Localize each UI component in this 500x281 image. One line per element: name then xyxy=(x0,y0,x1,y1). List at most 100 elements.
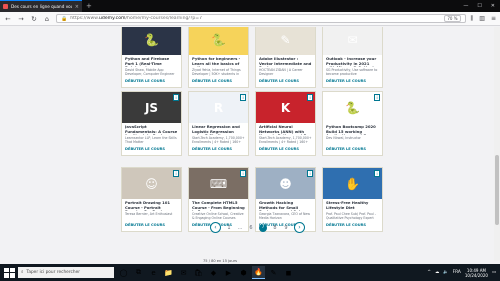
library-icon[interactable]: ⫼ xyxy=(471,15,474,23)
course-card[interactable]: ✎ Adobe Illustrator : Vector Intermediate… xyxy=(255,27,316,88)
network-icon[interactable]: ☁ xyxy=(435,270,439,275)
page-link[interactable]: 9 xyxy=(283,225,289,231)
course-thumbnail[interactable]: Ki xyxy=(256,92,315,123)
course-title[interactable]: Python for beginners - Learn all the bas… xyxy=(192,57,245,67)
page-link[interactable]: 8 xyxy=(272,225,278,231)
course-info-badge[interactable]: i xyxy=(173,94,179,101)
course-title[interactable]: The Complete HTML5 Course - From Beginni… xyxy=(192,201,245,211)
course-card[interactable]: 🐍 Python and Firebase Part 1 (Real-Time D… xyxy=(121,27,182,88)
course-info-badge[interactable]: i xyxy=(173,170,179,177)
course-title[interactable]: Adobe Illustrator : Vector Intermediate … xyxy=(259,57,312,67)
sidebar-icon[interactable]: ▥ xyxy=(479,15,485,23)
start-course-link[interactable]: DÉBUTER LE COURS xyxy=(192,147,245,153)
course-title[interactable]: Linear Regression and Logistic Regressio… xyxy=(192,125,245,135)
taskbar-app-icon[interactable]: 🛍 xyxy=(192,266,205,279)
course-thumbnail[interactable]: ⌨ i xyxy=(189,168,248,199)
url-text[interactable]: https://www.udemy.com/home/my-courses/le… xyxy=(70,16,441,21)
course-title[interactable]: Stress-Free Healthy Lifestyle Diet xyxy=(326,201,379,211)
course-thumbnail-glyph: R xyxy=(213,100,224,115)
course-thumbnail[interactable]: ✉ xyxy=(323,27,382,55)
page-scrollbar[interactable] xyxy=(494,27,500,261)
course-card[interactable]: ☺ i Portrait Drawing 101 Course - Portrait… xyxy=(121,167,182,232)
next-page-button[interactable]: › xyxy=(294,222,305,233)
notifications-icon[interactable]: ^ xyxy=(427,270,431,275)
course-thumbnail[interactable]: ☻ i xyxy=(256,168,315,199)
forward-icon[interactable]: → xyxy=(17,15,25,23)
browser-tab-udemy[interactable]: Des cours en ligne quand vous... × xyxy=(0,0,82,12)
taskbar-app-icon[interactable]: ◯ xyxy=(117,266,130,279)
course-title[interactable]: JavaScript Fundamentals: A Course for Ab… xyxy=(125,125,178,135)
start-course-link[interactable]: DÉBUTER LE COURS xyxy=(125,223,178,229)
start-course-link[interactable]: DÉBUTER LE COURS xyxy=(326,79,379,85)
close-window-button[interactable]: ✕ xyxy=(491,3,495,9)
previous-page-button[interactable]: ‹ xyxy=(210,222,221,233)
course-info-badge[interactable]: i xyxy=(240,94,246,101)
windows-start-icon[interactable] xyxy=(3,267,15,279)
course-author: Teresa Bernier, Art Enthusiast xyxy=(125,211,173,216)
new-tab-button[interactable]: + xyxy=(86,2,92,10)
start-course-link[interactable]: DÉBUTER LE COURS xyxy=(326,223,379,229)
start-course-link[interactable]: DÉBUTER LE COURS xyxy=(125,79,178,85)
course-info-badge[interactable]: i xyxy=(374,94,380,101)
home-icon[interactable]: ⌂ xyxy=(43,15,51,23)
course-card[interactable]: JS i JavaScript Fundamentals: A Course for… xyxy=(121,91,182,156)
course-title[interactable]: Portrait Drawing 101 Course - Portrait D… xyxy=(125,201,178,211)
taskbar-app-icon[interactable]: ◼ xyxy=(282,266,295,279)
taskbar-app-icon[interactable]: ▶ xyxy=(222,266,235,279)
course-thumbnail[interactable]: 🐍 xyxy=(122,27,181,55)
course-thumbnail[interactable]: JS i xyxy=(122,92,181,123)
scrollbar-thumb[interactable] xyxy=(495,155,499,225)
taskbar-app-icon[interactable]: e xyxy=(147,266,160,279)
minimize-button[interactable]: — xyxy=(463,3,468,9)
page-link[interactable]: 1 xyxy=(226,225,232,231)
volume-icon[interactable]: 🔈 xyxy=(443,270,448,275)
url-bar[interactable]: 🔒 https://www.udemy.com/home/my-courses/… xyxy=(56,14,466,23)
taskbar-app-icon[interactable]: 📁 xyxy=(162,266,175,279)
course-info-badge[interactable]: i xyxy=(307,170,313,177)
taskbar-search-input[interactable]: ⌕ Taper ici pour rechercher xyxy=(18,267,114,278)
start-course-link[interactable]: DÉBUTER LE COURS xyxy=(326,147,379,153)
taskbar-app-icon[interactable]: ⬢ xyxy=(237,266,250,279)
taskbar-app-icon[interactable]: 🔥 xyxy=(252,266,265,279)
reload-icon[interactable]: ↻ xyxy=(30,15,38,23)
course-card[interactable]: Ki Artificial Neural Networks (ANN) with … xyxy=(255,91,316,156)
course-card[interactable]: 🐍 Python for beginners - Learn all the ba… xyxy=(188,27,249,88)
back-icon[interactable]: ← xyxy=(4,15,12,23)
course-info-badge[interactable]: i xyxy=(307,94,313,101)
course-thumbnail[interactable]: ☺ i xyxy=(122,168,181,199)
course-title[interactable]: Growth Hacking Methods for Small Busines… xyxy=(259,201,312,211)
zoom-level[interactable]: 70 % xyxy=(444,15,461,22)
current-page[interactable]: 7 xyxy=(259,223,267,232)
start-course-link[interactable]: DÉBUTER LE COURS xyxy=(125,147,178,153)
taskbar-clock[interactable]: 10:49 AM 10/24/2020 xyxy=(465,268,488,278)
start-course-link[interactable]: DÉBUTER LE COURS xyxy=(259,147,312,153)
start-course-link[interactable]: DÉBUTER LE COURS xyxy=(192,79,245,85)
taskbar-app-icon[interactable]: ⧉ xyxy=(132,266,145,279)
course-title[interactable]: Python Bootcamp 2020 Build 15 working Ap… xyxy=(326,125,379,135)
course-card[interactable]: ✉ Outlook - Increase your Productivity in… xyxy=(322,27,383,88)
maximize-button[interactable]: ☐ xyxy=(477,3,481,9)
page-link[interactable]: 6 xyxy=(248,225,254,231)
taskbar-app-icon[interactable]: ✎ xyxy=(267,266,280,279)
input-language[interactable]: FRA xyxy=(453,270,461,275)
course-thumbnail[interactable]: 🐍 xyxy=(189,27,248,55)
course-thumbnail[interactable]: Ri xyxy=(189,92,248,123)
action-center-icon[interactable]: ▭ xyxy=(492,270,496,275)
course-thumbnail[interactable]: ✎ xyxy=(256,27,315,55)
course-card[interactable]: Ri Linear Regression and Logistic Regress… xyxy=(188,91,249,156)
course-title[interactable]: Artificial Neural Networks (ANN) with Ke… xyxy=(259,125,312,135)
course-thumbnail[interactable]: ✋ i xyxy=(323,168,382,199)
course-card[interactable]: ✋ i Stress-Free Healthy Lifestyle Diet Prof… xyxy=(322,167,383,232)
course-info-badge[interactable]: i xyxy=(240,170,246,177)
course-info-badge[interactable]: i xyxy=(374,170,380,177)
start-course-link[interactable]: DÉBUTER LE COURS xyxy=(259,79,312,85)
course-thumbnail[interactable]: 🐍 i xyxy=(323,92,382,123)
windows-taskbar: ⌕ Taper ici pour rechercher ◯ ⧉ e 📁 ✉ 🛍 ◆ ▶ ⬢ 🔥 ✎ ◼… xyxy=(0,264,500,281)
course-card[interactable]: 🐍 i Python Bootcamp 2020 Build 15 working … xyxy=(322,91,383,156)
taskbar-app-icon[interactable]: ✉ xyxy=(177,266,190,279)
course-title[interactable]: Python and Firebase Part 1 (Real-Time Da… xyxy=(125,57,178,67)
course-title[interactable]: Outlook - Increase your Productivity in … xyxy=(326,57,379,67)
menu-icon[interactable]: ≡ xyxy=(491,15,496,23)
tab-close-icon[interactable]: × xyxy=(75,4,79,10)
taskbar-app-icon[interactable]: ◆ xyxy=(207,266,220,279)
